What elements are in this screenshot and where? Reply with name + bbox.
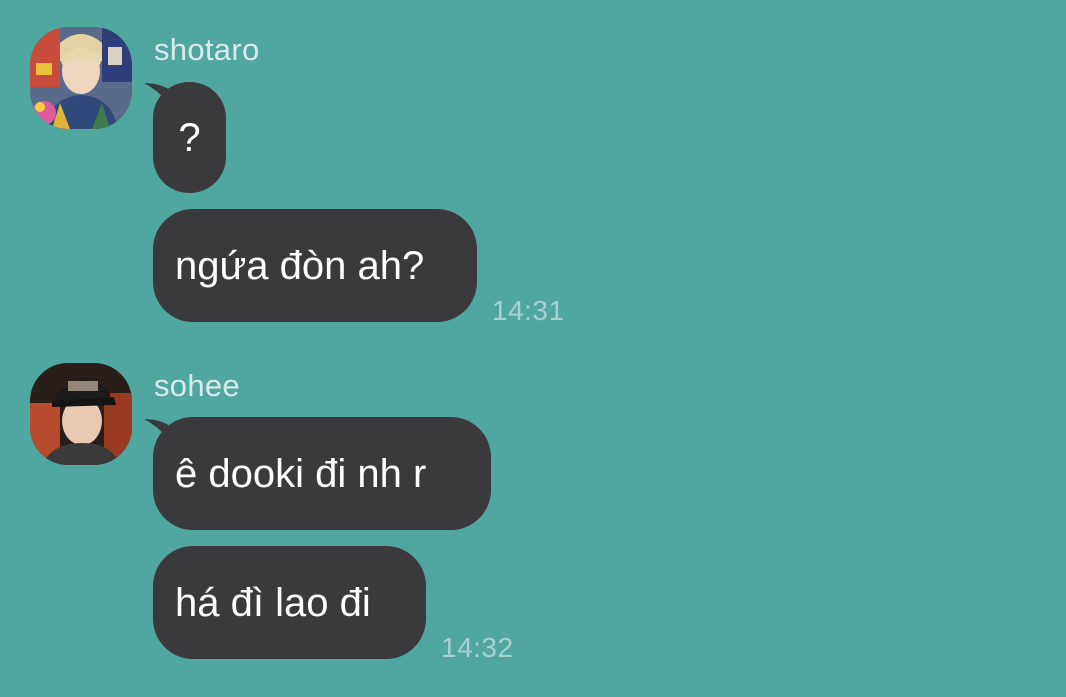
message-text: há đì lao đi: [175, 580, 371, 625]
message-bubble[interactable]: ngứa đòn ah?: [153, 209, 477, 322]
avatar-shotaro[interactable]: [30, 27, 132, 129]
message-bubble[interactable]: ?: [153, 82, 226, 193]
message-text: ê dooki đi nh r: [175, 451, 427, 496]
message-bubble[interactable]: há đì lao đi: [153, 546, 426, 659]
sender-name: sohee: [154, 368, 240, 403]
message-bubble[interactable]: ê dooki đi nh r: [153, 417, 491, 530]
chat-view: shotaro ? ngứa đòn ah? 14:31 sohee ê doo…: [0, 0, 1066, 697]
message-timestamp: 14:32: [441, 632, 514, 663]
message-text: ?: [178, 115, 201, 160]
message-timestamp: 14:31: [492, 295, 565, 326]
sender-name: shotaro: [154, 32, 260, 67]
avatar-sohee[interactable]: [30, 363, 132, 465]
user-avatar-icon: [30, 27, 132, 129]
message-text: ngứa đòn ah?: [175, 243, 425, 288]
user-avatar-icon: [30, 363, 132, 465]
